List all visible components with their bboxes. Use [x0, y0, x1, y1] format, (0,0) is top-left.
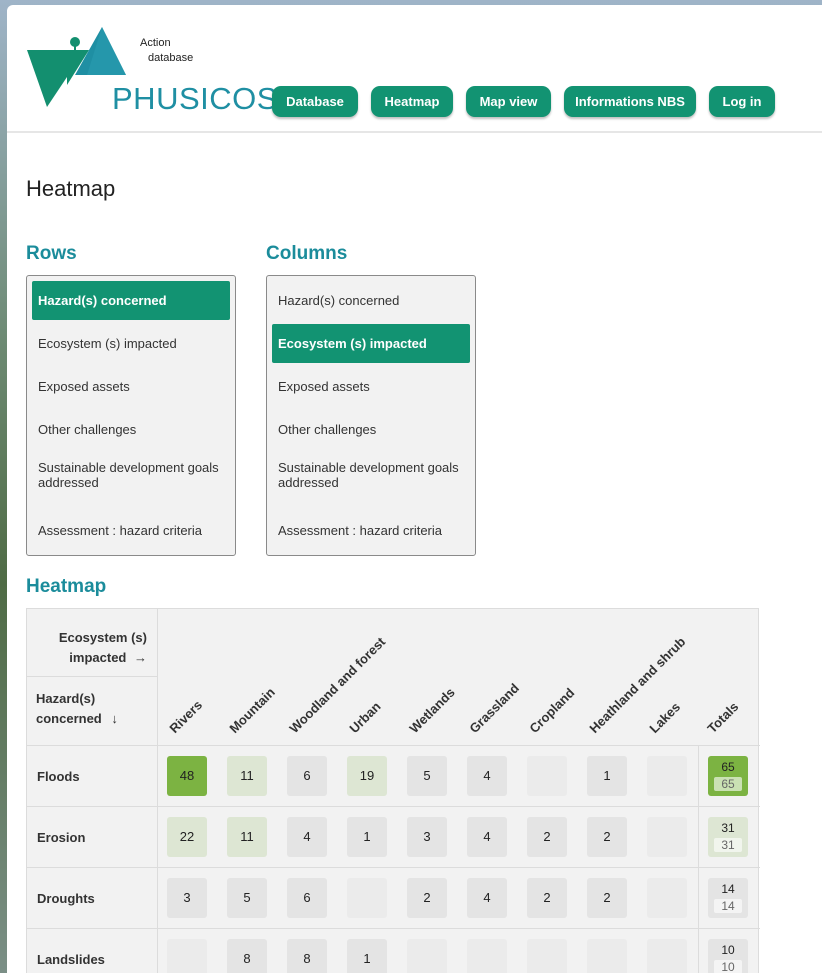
total-subvalue: 31: [714, 838, 742, 852]
rows-option-assessment[interactable]: Assessment : hazard criteria: [32, 511, 230, 550]
heatmap-cell: [467, 939, 507, 973]
rows-option-exposed-assets[interactable]: Exposed assets: [32, 367, 230, 406]
column-header-heathland-and-shrub: Heathland and shrub: [586, 633, 689, 736]
heatmap-cell[interactable]: 2: [587, 817, 627, 857]
total-value: 31: [721, 821, 735, 835]
total-subvalue: 10: [714, 960, 742, 973]
heatmap-cell[interactable]: 1: [587, 756, 627, 796]
column-header-lakes: Lakes: [646, 699, 684, 736]
columns-selector: Hazard(s) concerned Ecosystem (s) impact…: [266, 275, 476, 556]
page: PHUSICOS Action database Database Heatma…: [7, 5, 822, 973]
heatmap-cell[interactable]: 4: [467, 817, 507, 857]
total-subvalue: 14: [714, 899, 742, 913]
column-header-rivers: Rivers: [166, 697, 206, 736]
columns-panel-title: Columns: [266, 243, 348, 264]
total-cell[interactable]: 14 14: [708, 878, 748, 918]
row-axis-label-text: Hazard(s) concerned: [36, 691, 102, 726]
heatmap-cell[interactable]: 11: [227, 756, 267, 796]
heatmap-cell[interactable]: 2: [527, 817, 567, 857]
logo-subtitle-action: Action: [140, 37, 171, 49]
heatmap-cell: [407, 939, 447, 973]
heatmap-cell[interactable]: 4: [467, 756, 507, 796]
heatmap-cell: [647, 878, 687, 918]
total-value: 65: [721, 760, 735, 774]
heatmap-cell[interactable]: 2: [407, 878, 447, 918]
heatmap-cell[interactable]: 4: [287, 817, 327, 857]
heatmap-cell[interactable]: 8: [227, 939, 267, 973]
column-header-wetlands: Wetlands: [406, 684, 458, 736]
rows-option-ecosystems[interactable]: Ecosystem (s) impacted: [32, 324, 230, 363]
column-header-mountain: Mountain: [226, 684, 278, 736]
nav-database[interactable]: Database: [272, 86, 358, 117]
heatmap-table: Ecosystem (s) impacted → Hazard(s) conce…: [26, 608, 760, 973]
total-cell[interactable]: 31 31: [708, 817, 748, 857]
columns-option-exposed-assets[interactable]: Exposed assets: [272, 367, 470, 406]
rows-option-hazards[interactable]: Hazard(s) concerned: [32, 281, 230, 320]
heatmap-cell: [587, 939, 627, 973]
heatmap-cell[interactable]: 1: [347, 817, 387, 857]
nav-heatmap[interactable]: Heatmap: [371, 86, 453, 117]
heatmap-title: Heatmap: [26, 576, 107, 597]
phusicos-logo[interactable]: PHUSICOS Action database: [27, 25, 277, 117]
heatmap-cell[interactable]: 19: [347, 756, 387, 796]
heatmap-cell: [647, 817, 687, 857]
total-subvalue: 65: [714, 777, 742, 791]
heatmap-cell: [347, 878, 387, 918]
column-header-totals: Totals: [704, 698, 742, 736]
heatmap-cell[interactable]: 6: [287, 756, 327, 796]
column-header-urban: Urban: [346, 698, 384, 736]
row-axis-label: Hazard(s) concerned ↓: [36, 689, 136, 729]
row-header-floods: Floods: [37, 769, 80, 784]
heatmap-cell[interactable]: 22: [167, 817, 207, 857]
column-axis-label: Ecosystem (s) impacted →: [57, 628, 147, 668]
rows-option-sdg[interactable]: Sustainable development goals addressed: [32, 460, 230, 494]
column-header-cropland: Cropland: [526, 685, 578, 736]
heatmap-cell[interactable]: 6: [287, 878, 327, 918]
heatmap-cell: [167, 939, 207, 973]
heatmap-cell[interactable]: 2: [587, 878, 627, 918]
heatmap-cell[interactable]: 2: [527, 878, 567, 918]
header: PHUSICOS Action database Database Heatma…: [7, 5, 822, 133]
logo-subtitle-database: database: [148, 52, 194, 64]
heatmap-cell[interactable]: 1: [347, 939, 387, 973]
columns-option-sdg[interactable]: Sustainable development goals addressed: [272, 460, 470, 494]
heatmap-cell[interactable]: 3: [407, 817, 447, 857]
total-value: 10: [721, 943, 735, 957]
rows-option-other-challenges[interactable]: Other challenges: [32, 410, 230, 449]
heatmap-cell[interactable]: 5: [227, 878, 267, 918]
row-header-erosion: Erosion: [37, 830, 86, 845]
logo-wordmark: PHUSICOS: [112, 81, 278, 116]
heatmap-cell[interactable]: 5: [407, 756, 447, 796]
nav-log-in[interactable]: Log in: [709, 86, 775, 117]
heatmap-cell: [647, 756, 687, 796]
total-cell[interactable]: 10 10: [708, 939, 748, 973]
heatmap-cell[interactable]: 11: [227, 817, 267, 857]
heatmap-cell[interactable]: 48: [167, 756, 207, 796]
heatmap-cell: [527, 756, 567, 796]
column-header-grassland: Grassland: [466, 680, 522, 736]
heatmap-cell: [647, 939, 687, 973]
columns-option-other-challenges[interactable]: Other challenges: [272, 410, 470, 449]
rows-selector: Hazard(s) concerned Ecosystem (s) impact…: [26, 275, 236, 556]
columns-option-hazards[interactable]: Hazard(s) concerned: [272, 281, 470, 320]
right-arrow-icon: →: [134, 650, 147, 665]
columns-option-ecosystems[interactable]: Ecosystem (s) impacted: [272, 324, 470, 363]
page-title: Heatmap: [26, 176, 116, 201]
total-value: 14: [721, 882, 735, 896]
heatmap-cell: [527, 939, 567, 973]
heatmap-cell[interactable]: 3: [167, 878, 207, 918]
row-header-landslides: Landslides: [37, 952, 105, 967]
heatmap-cell[interactable]: 4: [467, 878, 507, 918]
total-cell[interactable]: 65 65: [708, 756, 748, 796]
down-arrow-icon: ↓: [111, 711, 118, 726]
heatmap-cell[interactable]: 8: [287, 939, 327, 973]
row-header-droughts: Droughts: [37, 891, 95, 906]
rows-panel-title: Rows: [26, 243, 77, 264]
column-header-woodland-and-forest: Woodland and forest: [286, 634, 389, 736]
nav-map-view[interactable]: Map view: [466, 86, 551, 117]
nav-informations-nbs[interactable]: Informations NBS: [564, 86, 696, 117]
columns-option-assessment[interactable]: Assessment : hazard criteria: [272, 511, 470, 550]
